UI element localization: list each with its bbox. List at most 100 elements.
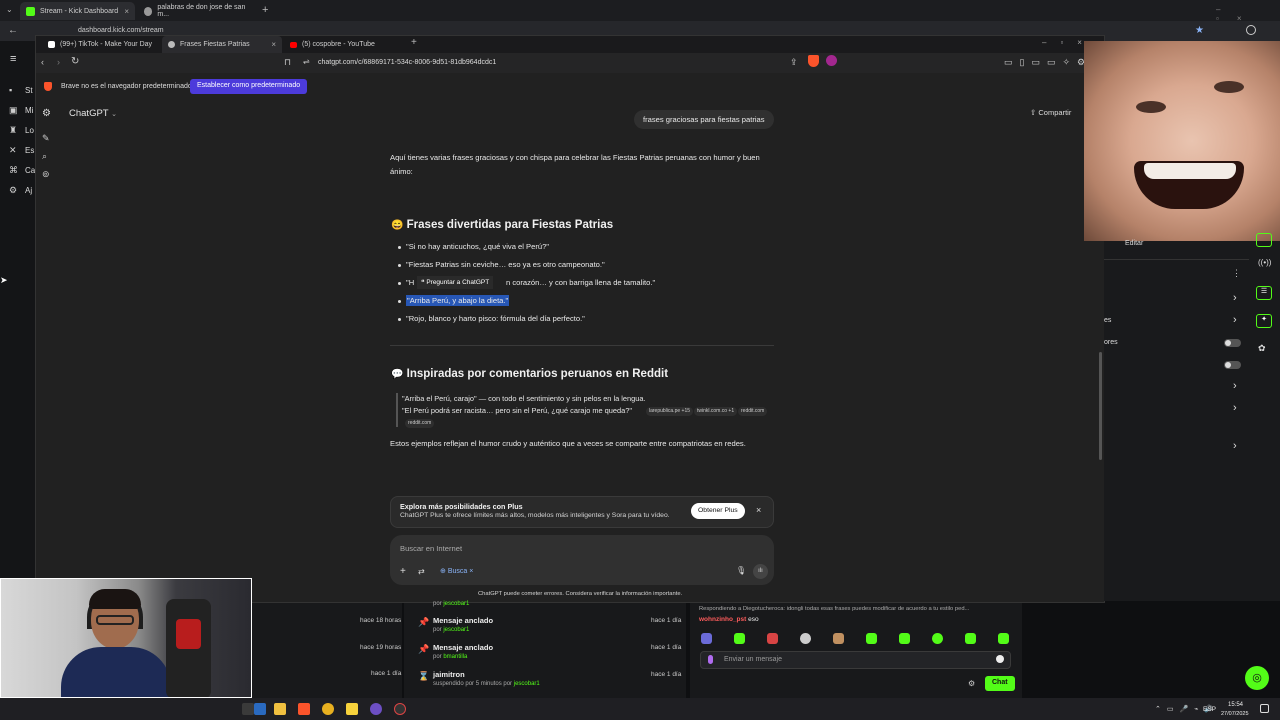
source-chip[interactable]: reddit.com xyxy=(738,407,768,416)
sidebar-item-aj[interactable]: Aj xyxy=(25,186,32,195)
share-button[interactable]: ⇧ Compartir xyxy=(1030,108,1071,117)
voice-mode-button[interactable]: ılı xyxy=(753,564,768,579)
get-plus-button[interactable]: Obtener Plus xyxy=(691,503,745,519)
close-icon[interactable]: × xyxy=(124,7,129,16)
tool-icon[interactable] xyxy=(1256,233,1272,247)
sidebar-item-es[interactable]: Es xyxy=(25,146,34,155)
outer-tab-search[interactable]: palabras de don jose de san m... xyxy=(138,2,258,20)
toggle-switch[interactable] xyxy=(1224,361,1241,369)
settings-icon[interactable]: ⚙ xyxy=(9,185,19,195)
model-selector[interactable]: ChatGPT ⌄ xyxy=(69,108,117,119)
library-icon[interactable]: ⊚ xyxy=(42,169,50,180)
microphone-icon[interactable]: 🎙 xyxy=(736,566,746,575)
emoji-picker-icon[interactable] xyxy=(996,655,1004,663)
close-icon[interactable]: × xyxy=(271,40,276,49)
inner-tab-youtube[interactable]: (5) cospobre - YouTube xyxy=(284,36,402,53)
more-options-icon[interactable]: ⋮ xyxy=(1232,268,1241,279)
brave-browser-icon[interactable] xyxy=(298,703,310,715)
set-default-button[interactable]: Establecer como predeterminado xyxy=(190,79,308,94)
source-chip[interactable]: larepublica.pe +15 xyxy=(646,407,694,416)
close-icon[interactable]: × xyxy=(756,505,761,515)
hamburger-icon[interactable]: ≡ xyxy=(10,53,16,65)
username[interactable]: bmantilla xyxy=(443,654,467,660)
language-indicator[interactable]: ESP xyxy=(1203,706,1216,713)
phrase-4-selected[interactable]: "Arriba Perú, y abajo la dieta." xyxy=(406,295,510,306)
source-chip[interactable]: reddit.com xyxy=(405,419,435,428)
bookmark-star-icon[interactable]: ★ xyxy=(1195,25,1204,36)
brave-rewards-icon[interactable] xyxy=(826,55,837,66)
profile-icon[interactable] xyxy=(1246,25,1256,35)
sidebar-item-ca[interactable]: Ca xyxy=(25,166,35,175)
outer-tab-kick[interactable]: Stream - Kick Dashboard × xyxy=(20,2,135,20)
stream-icon[interactable]: ▪ xyxy=(9,85,19,95)
stats-icon[interactable]: ✕ xyxy=(9,145,19,155)
clock-time[interactable]: 15:54 xyxy=(1228,702,1243,708)
emote-icon[interactable] xyxy=(899,633,910,644)
inner-url[interactable]: chatgpt.com/c/68869171-534c-8006-9d51-81… xyxy=(318,59,496,66)
emote-icon[interactable] xyxy=(965,633,976,644)
emote-icon[interactable] xyxy=(701,633,712,644)
window-menu-icon[interactable]: ⌄ xyxy=(6,5,13,14)
sticky-notes-icon[interactable] xyxy=(346,703,358,715)
obs-icon[interactable] xyxy=(370,703,382,715)
trophy-icon[interactable]: ♜ xyxy=(9,125,19,135)
chevron-right-icon[interactable]: › xyxy=(1233,314,1237,326)
chrome-icon[interactable] xyxy=(322,703,334,715)
emote-icon[interactable] xyxy=(866,633,877,644)
reload-icon[interactable]: ↻ xyxy=(71,56,79,67)
chevron-right-icon[interactable]: › xyxy=(1233,292,1237,304)
clock-date[interactable]: 27/07/2025 xyxy=(1221,711,1249,717)
emote-icon[interactable] xyxy=(932,633,943,644)
emote-icon[interactable] xyxy=(767,633,778,644)
emote-icon[interactable] xyxy=(800,633,811,644)
chat-username[interactable]: wohnzinho_pst xyxy=(699,616,746,623)
notification-icon[interactable] xyxy=(1260,704,1269,713)
username[interactable]: jescobar1 xyxy=(443,601,469,607)
files-icon[interactable] xyxy=(274,703,286,715)
chevron-right-icon[interactable]: › xyxy=(1233,402,1237,414)
emote-icon[interactable] xyxy=(734,633,745,644)
inner-tab-tiktok[interactable]: (99+) TikTok - Make Your Day xyxy=(42,36,160,53)
emote-icon[interactable] xyxy=(833,633,844,644)
source-chip[interactable]: twinkl.com.co +1 xyxy=(694,407,738,416)
share-page-icon[interactable]: ⇪ xyxy=(790,57,798,68)
list-icon[interactable]: ☰ xyxy=(1256,286,1272,300)
chevron-right-icon[interactable]: › xyxy=(1233,440,1237,452)
toolbar-icons[interactable]: ▭▯▭▭✧⚙ xyxy=(1004,57,1092,68)
moderation-icon[interactable]: ▣ xyxy=(9,105,19,115)
new-chat-icon[interactable]: ✎ xyxy=(42,133,50,144)
username[interactable]: jescobar1 xyxy=(443,627,469,633)
chat-send-button[interactable]: Chat xyxy=(985,676,1015,691)
wrench-icon[interactable]: ✦ xyxy=(1256,314,1272,328)
tools-icon[interactable]: ⇄ xyxy=(418,567,425,576)
search-taskbar-icon[interactable] xyxy=(242,703,254,715)
settings-icon[interactable]: ✿ xyxy=(1258,343,1266,354)
brave-shield-icon[interactable] xyxy=(808,55,819,67)
inner-tab-chatgpt[interactable]: Frases Fiestas Patrias × xyxy=(162,36,282,53)
channel-icon[interactable]: ⌘ xyxy=(9,165,19,175)
sidebar-item-mi[interactable]: Mi xyxy=(25,106,33,115)
explorer-icon[interactable] xyxy=(254,703,266,715)
new-tab-button[interactable]: + xyxy=(411,37,417,48)
chat-settings-icon[interactable]: ⚙ xyxy=(968,679,975,688)
app-icon[interactable] xyxy=(394,703,406,715)
toggle-switch[interactable] xyxy=(1224,339,1241,347)
chevron-right-icon[interactable]: › xyxy=(1233,380,1237,392)
outer-url[interactable]: dashboard.kick.com/stream xyxy=(78,27,164,34)
username[interactable]: jescobar1 xyxy=(514,681,540,687)
sidebar-item-st[interactable]: St xyxy=(25,86,33,95)
broadcast-icon[interactable]: ((•)) xyxy=(1258,258,1271,267)
search-input[interactable]: Buscar en Internet xyxy=(400,544,462,553)
forward-icon[interactable]: › xyxy=(57,57,60,67)
bookmark-icon[interactable]: ⊓ xyxy=(284,57,291,68)
sidebar-item-lo[interactable]: Lo xyxy=(25,126,34,135)
new-tab-button[interactable]: + xyxy=(262,4,268,16)
scrollbar[interactable] xyxy=(1099,352,1102,460)
plus-icon[interactable]: + xyxy=(400,566,406,577)
back-icon[interactable]: ‹ xyxy=(41,57,44,67)
ask-chatgpt-tooltip[interactable]: ❝ Preguntar a ChatGPT xyxy=(417,276,494,289)
site-info-icon[interactable]: ⇌ xyxy=(303,57,310,66)
close-icon[interactable]: × xyxy=(469,568,473,575)
back-icon[interactable]: ← xyxy=(8,25,18,36)
search-chip[interactable]: ⊕ Busca × xyxy=(440,567,473,575)
